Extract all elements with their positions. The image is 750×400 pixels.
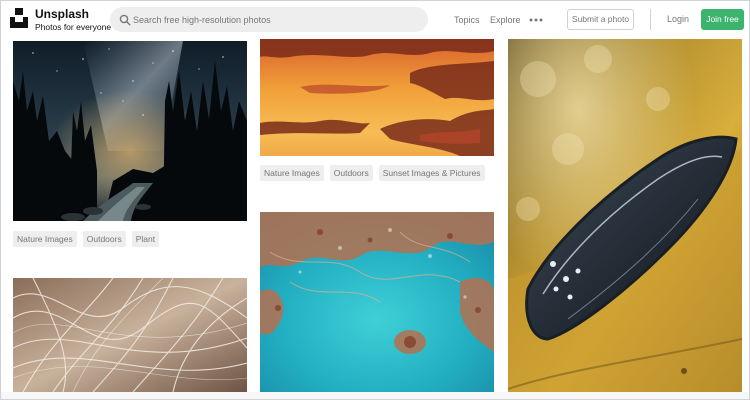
tag[interactable]: Outdoors [82, 231, 126, 247]
top-navbar: Unsplash Photos for everyone Topics Expl… [1, 1, 749, 39]
page-frame: Unsplash Photos for everyone Topics Expl… [0, 0, 750, 400]
photo-tags: Nature Images Outdoors Plant [13, 231, 160, 247]
search-input[interactable] [133, 7, 418, 32]
nav-topics-link[interactable]: Topics [454, 14, 480, 26]
unsplash-logo-icon[interactable] [10, 8, 28, 28]
photo-car-headlight[interactable] [508, 39, 742, 392]
horizontal-scrollbar[interactable] [1, 392, 749, 399]
ellipsis-icon[interactable] [529, 13, 543, 25]
tag[interactable]: Nature Images [260, 165, 324, 181]
join-free-button[interactable]: Join free [701, 9, 744, 30]
photo-abstract-light[interactable] [13, 278, 247, 392]
photo-tags: Nature Images Outdoors Sunset Images & P… [260, 165, 485, 181]
brand-tagline: Photos for everyone [35, 22, 112, 32]
search-icon[interactable] [119, 13, 131, 26]
tag[interactable]: Plant [131, 231, 160, 247]
header-divider [650, 9, 651, 30]
submit-photo-button[interactable]: Submit a photo [567, 9, 634, 30]
photo-night-forest[interactable] [13, 41, 247, 221]
photo-sunset-clouds[interactable] [260, 39, 494, 156]
photo-turquoise-aerial[interactable] [260, 212, 494, 392]
brand-name: Unsplash [35, 7, 90, 21]
tag[interactable]: Nature Images [13, 231, 77, 247]
tag[interactable]: Sunset Images & Pictures [378, 165, 485, 181]
brand[interactable]: Unsplash Photos for everyone [35, 8, 111, 33]
nav-explore-link[interactable]: Explore [490, 14, 521, 26]
tag[interactable]: Outdoors [329, 165, 373, 181]
login-link[interactable]: Login [667, 14, 689, 24]
search-bar [110, 7, 428, 32]
